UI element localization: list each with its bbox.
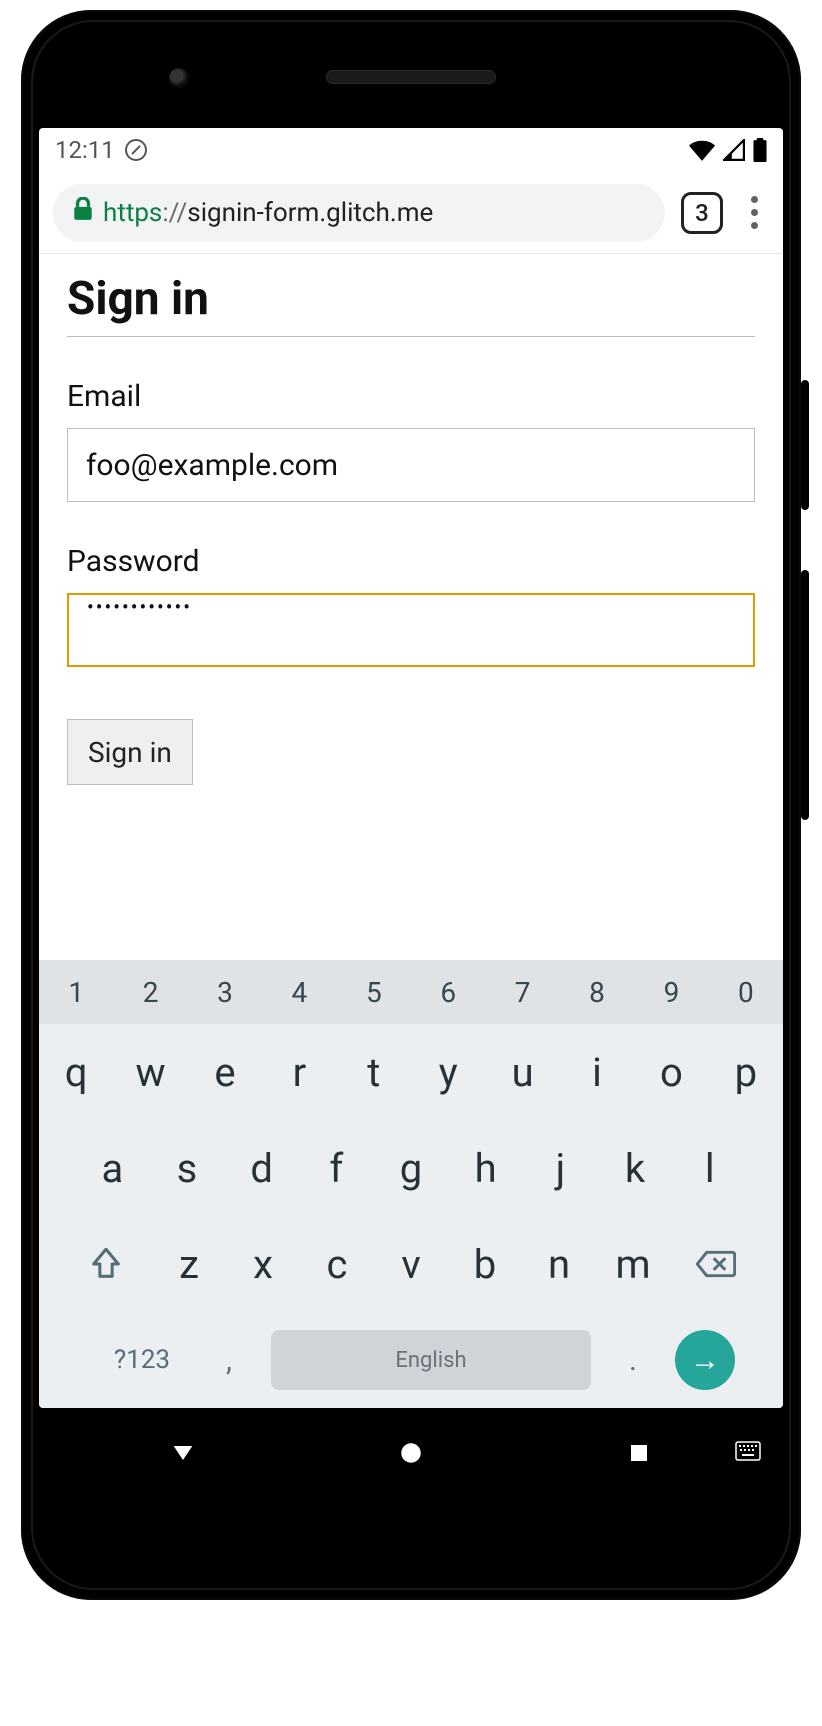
- space-key[interactable]: English: [271, 1330, 591, 1390]
- email-input[interactable]: [67, 428, 755, 502]
- address-bar[interactable]: https://signin-form.glitch.me: [53, 184, 665, 242]
- lock-icon: [73, 197, 93, 228]
- comma-key[interactable]: ,: [197, 1312, 261, 1408]
- key-k[interactable]: k: [598, 1120, 673, 1216]
- key-h[interactable]: h: [448, 1120, 523, 1216]
- key-b[interactable]: b: [448, 1216, 522, 1312]
- key-4[interactable]: 4: [262, 960, 336, 1024]
- keyboard-number-row: 1234567890: [39, 960, 783, 1024]
- key-l[interactable]: l: [672, 1120, 747, 1216]
- key-q[interactable]: q: [39, 1024, 113, 1120]
- soft-keyboard: 1234567890 qwertyuiop asdfghjkl zxcvbnm …: [39, 960, 783, 1408]
- wifi-icon: [689, 139, 715, 161]
- key-6[interactable]: 6: [411, 960, 485, 1024]
- key-8[interactable]: 8: [560, 960, 634, 1024]
- page-content: Sign in Email Password •••••••••••• Sign…: [39, 254, 783, 960]
- key-y[interactable]: y: [411, 1024, 485, 1120]
- url-scheme: https: [103, 198, 162, 228]
- key-5[interactable]: 5: [337, 960, 411, 1024]
- password-field-group: Password ••••••••••••: [67, 544, 755, 667]
- enter-key[interactable]: →: [675, 1330, 735, 1390]
- key-2[interactable]: 2: [113, 960, 187, 1024]
- status-bar: 12:11: [39, 128, 783, 172]
- volume-button[interactable]: [801, 570, 809, 820]
- tab-switcher-button[interactable]: 3: [681, 192, 723, 234]
- back-button[interactable]: [143, 1428, 223, 1478]
- email-field-group: Email: [67, 379, 755, 502]
- period-key[interactable]: .: [601, 1312, 665, 1408]
- key-7[interactable]: 7: [485, 960, 559, 1024]
- battery-icon: [753, 138, 767, 162]
- url-text: https://signin-form.glitch.me: [103, 198, 433, 228]
- earpiece-speaker: [326, 70, 496, 84]
- overflow-menu-button[interactable]: [739, 196, 769, 229]
- key-1[interactable]: 1: [39, 960, 113, 1024]
- password-input[interactable]: ••••••••••••: [67, 593, 755, 667]
- key-g[interactable]: g: [374, 1120, 449, 1216]
- cell-signal-icon: [723, 139, 745, 161]
- url-host: signin-form.glitch.me: [187, 198, 433, 228]
- email-label: Email: [67, 379, 755, 414]
- key-0[interactable]: 0: [709, 960, 783, 1024]
- key-d[interactable]: d: [224, 1120, 299, 1216]
- symbols-key[interactable]: ?123: [87, 1312, 197, 1408]
- front-camera: [169, 68, 189, 88]
- key-n[interactable]: n: [522, 1216, 596, 1312]
- keyboard-row-3: zxcvbnm: [39, 1216, 783, 1312]
- sign-in-button[interactable]: Sign in: [67, 719, 193, 785]
- key-x[interactable]: x: [226, 1216, 300, 1312]
- key-e[interactable]: e: [188, 1024, 262, 1120]
- key-v[interactable]: v: [374, 1216, 448, 1312]
- do-not-disturb-icon: [125, 139, 147, 161]
- home-button[interactable]: [371, 1428, 451, 1478]
- browser-toolbar: https://signin-form.glitch.me 3: [39, 172, 783, 254]
- bezel-top: [39, 28, 783, 128]
- keyboard-row-2: asdfghjkl: [39, 1120, 783, 1216]
- keyboard-row-1: qwertyuiop: [39, 1024, 783, 1120]
- status-time: 12:11: [55, 136, 115, 164]
- android-nav-bar: [39, 1408, 783, 1498]
- key-u[interactable]: u: [485, 1024, 559, 1120]
- page-title: Sign in: [67, 272, 755, 337]
- key-s[interactable]: s: [150, 1120, 225, 1216]
- key-p[interactable]: p: [709, 1024, 783, 1120]
- url-separator: ://: [162, 198, 187, 228]
- key-w[interactable]: w: [113, 1024, 187, 1120]
- screen: 12:11 https:: [39, 128, 783, 1408]
- backspace-key[interactable]: [670, 1216, 762, 1312]
- key-c[interactable]: c: [300, 1216, 374, 1312]
- tab-count: 3: [695, 199, 709, 227]
- key-o[interactable]: o: [634, 1024, 708, 1120]
- key-z[interactable]: z: [152, 1216, 226, 1312]
- key-9[interactable]: 9: [634, 960, 708, 1024]
- key-r[interactable]: r: [262, 1024, 336, 1120]
- key-i[interactable]: i: [560, 1024, 634, 1120]
- power-button[interactable]: [801, 380, 809, 510]
- key-j[interactable]: j: [523, 1120, 598, 1216]
- ime-switch-icon[interactable]: [735, 1441, 761, 1465]
- key-t[interactable]: t: [337, 1024, 411, 1120]
- keyboard-row-4: ?123 , English . →: [39, 1312, 783, 1408]
- key-3[interactable]: 3: [188, 960, 262, 1024]
- key-m[interactable]: m: [596, 1216, 670, 1312]
- key-a[interactable]: a: [75, 1120, 150, 1216]
- password-label: Password: [67, 544, 755, 579]
- shift-key[interactable]: [60, 1216, 152, 1312]
- recents-button[interactable]: [599, 1428, 679, 1478]
- phone-frame: 12:11 https:: [21, 10, 801, 1600]
- key-f[interactable]: f: [299, 1120, 374, 1216]
